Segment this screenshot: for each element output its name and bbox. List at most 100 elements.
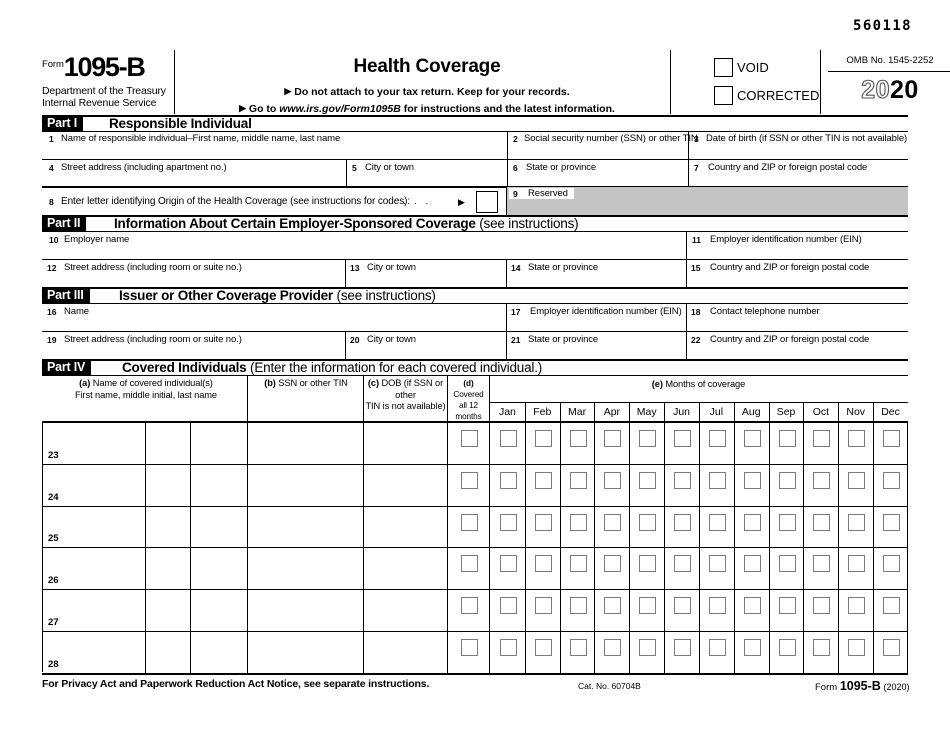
coverage-checkbox-row-27-sep[interactable] [778,597,796,615]
coverage-checkbox-row-26-aug[interactable] [743,555,761,573]
coverage-checkbox-row-26-dec[interactable] [883,555,901,573]
field-12-input[interactable] [64,272,339,285]
coverage-checkbox-row-26-feb[interactable] [534,555,552,573]
coverage-checkbox-row-26-jul[interactable] [708,555,726,573]
field-1-input[interactable] [61,143,501,158]
field-16-input[interactable] [64,316,499,329]
coverage-checkbox-row-23-dec[interactable] [883,430,901,447]
coverage-checkbox-row-26-jan[interactable] [499,555,517,573]
coverage-checkbox-row-25-mar[interactable] [569,513,587,531]
coverage-checkbox-row-24-sep[interactable] [778,471,796,489]
coverage-checkbox-row-24-apr[interactable] [604,471,622,489]
coverage-checkbox-row-28-jan[interactable] [499,639,517,656]
covered-all-12-months-checkbox-row-28[interactable] [460,639,478,656]
field-18-input[interactable] [710,316,900,329]
coverage-checkbox-row-28-jun[interactable] [674,639,692,656]
coverage-checkbox-row-27-jul[interactable] [708,597,726,615]
field-5-input[interactable] [365,172,500,185]
covered-all-12-months-checkbox-row-25[interactable] [460,513,478,531]
field-4-input[interactable] [61,172,341,185]
field-10-input[interactable] [64,244,679,257]
coverage-checkbox-row-26-jun[interactable] [674,555,692,573]
coverage-checkbox-row-24-nov[interactable] [848,471,866,489]
coverage-checkbox-row-27-aug[interactable] [743,597,761,615]
coverage-checkbox-row-26-oct[interactable] [813,555,831,573]
field-22-input[interactable] [710,344,900,357]
coverage-checkbox-row-24-oct[interactable] [813,471,831,489]
coverage-checkbox-row-23-mar[interactable] [569,430,587,447]
coverage-checkbox-row-24-jan[interactable] [499,471,517,489]
coverage-checkbox-row-27-oct[interactable] [813,597,831,615]
coverage-checkbox-row-24-dec[interactable] [883,471,901,489]
coverage-checkbox-row-28-sep[interactable] [778,639,796,656]
coverage-checkbox-row-23-jan[interactable] [499,430,517,447]
field-6-input[interactable] [526,172,676,185]
coverage-checkbox-row-25-jul[interactable] [708,513,726,531]
coverage-checkbox-row-23-jul[interactable] [708,430,726,447]
coverage-checkbox-row-28-apr[interactable] [604,639,622,656]
coverage-checkbox-row-25-jun[interactable] [674,513,692,531]
coverage-checkbox-row-24-aug[interactable] [743,471,761,489]
coverage-checkbox-row-27-nov[interactable] [848,597,866,615]
coverage-checkbox-row-27-apr[interactable] [604,597,622,615]
covered-all-12-months-checkbox-row-23[interactable] [460,430,478,447]
field-15-input[interactable] [710,272,900,285]
coverage-checkbox-row-24-feb[interactable] [534,471,552,489]
covered-all-12-months-checkbox-row-24[interactable] [460,471,478,489]
coverage-checkbox-row-25-jan[interactable] [499,513,517,531]
coverage-checkbox-row-25-oct[interactable] [813,513,831,531]
coverage-checkbox-row-25-may[interactable] [639,513,657,531]
coverage-checkbox-row-28-feb[interactable] [534,639,552,656]
coverage-checkbox-row-23-nov[interactable] [848,430,866,447]
field-2-input[interactable] [524,143,674,158]
coverage-checkbox-row-25-apr[interactable] [604,513,622,531]
coverage-checkbox-row-28-aug[interactable] [743,639,761,656]
coverage-checkbox-row-26-may[interactable] [639,555,657,573]
field-11-input[interactable] [710,244,900,257]
corrected-checkbox[interactable] [714,86,733,105]
coverage-checkbox-row-25-dec[interactable] [883,513,901,531]
field-20-input[interactable] [367,344,497,357]
coverage-checkbox-row-28-dec[interactable] [883,639,901,656]
coverage-checkbox-row-25-nov[interactable] [848,513,866,531]
coverage-checkbox-row-28-mar[interactable] [569,639,587,656]
coverage-checkbox-row-27-feb[interactable] [534,597,552,615]
coverage-checkbox-row-23-jun[interactable] [674,430,692,447]
field-21-input[interactable] [528,344,676,357]
coverage-checkbox-row-24-may[interactable] [639,471,657,489]
coverage-checkbox-row-23-oct[interactable] [813,430,831,447]
field-7-input[interactable] [708,172,903,185]
field-3-input[interactable] [706,143,901,158]
coverage-checkbox-row-28-may[interactable] [639,639,657,656]
coverage-checkbox-row-27-dec[interactable] [883,597,901,615]
coverage-checkbox-row-25-aug[interactable] [743,513,761,531]
coverage-checkbox-row-24-jul[interactable] [708,471,726,489]
coverage-checkbox-row-28-jul[interactable] [708,639,726,656]
coverage-checkbox-row-25-sep[interactable] [778,513,796,531]
coverage-checkbox-row-27-jun[interactable] [674,597,692,615]
coverage-checkbox-row-25-feb[interactable] [534,513,552,531]
field-19-input[interactable] [64,344,339,357]
coverage-checkbox-row-26-sep[interactable] [778,555,796,573]
coverage-checkbox-row-28-nov[interactable] [848,639,866,656]
field-14-input[interactable] [528,272,676,285]
coverage-checkbox-row-27-may[interactable] [639,597,657,615]
void-checkbox[interactable] [714,58,733,77]
irs-url-link[interactable]: www.irs.gov/Form1095B [279,103,401,115]
coverage-checkbox-row-27-jan[interactable] [499,597,517,615]
coverage-checkbox-row-26-apr[interactable] [604,555,622,573]
coverage-checkbox-row-23-sep[interactable] [778,430,796,447]
coverage-checkbox-row-24-mar[interactable] [569,471,587,489]
coverage-checkbox-row-23-aug[interactable] [743,430,761,447]
coverage-checkbox-row-26-mar[interactable] [569,555,587,573]
field-8-code-input[interactable] [476,191,498,213]
covered-all-12-months-checkbox-row-26[interactable] [460,555,478,573]
coverage-checkbox-row-23-apr[interactable] [604,430,622,447]
coverage-checkbox-row-28-oct[interactable] [813,639,831,656]
covered-all-12-months-checkbox-row-27[interactable] [460,597,478,615]
field-13-input[interactable] [367,272,497,285]
coverage-checkbox-row-26-nov[interactable] [848,555,866,573]
coverage-checkbox-row-23-may[interactable] [639,430,657,447]
coverage-checkbox-row-24-jun[interactable] [674,471,692,489]
coverage-checkbox-row-27-mar[interactable] [569,597,587,615]
